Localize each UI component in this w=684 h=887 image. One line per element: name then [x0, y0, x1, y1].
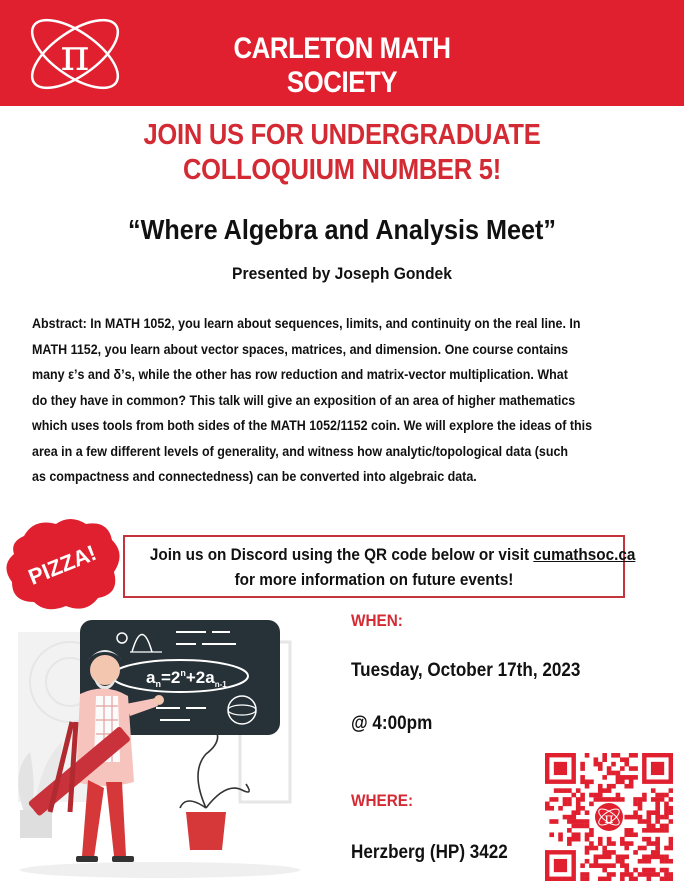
abstract-line: which uses tools from both sides of the … [32, 418, 593, 434]
header-title: CARLETON MATH SOCIETY [233, 32, 451, 99]
website-link[interactable]: cumathsoc.ca [533, 545, 635, 564]
abstract-line: MATH 1152, you learn about vector spaces… [32, 341, 569, 358]
qr-code[interactable]: π [545, 753, 673, 881]
discord-text-line2: for more information on future events! [234, 570, 514, 589]
abstract-line: area in a few different levels of genera… [32, 443, 569, 460]
pi-atom-logo-icon: π [30, 18, 120, 90]
header-banner: π CARLETON MATH SOCIETY [0, 0, 684, 106]
professor-chalkboard-illustration: an=2n+2an-1 [18, 620, 300, 878]
headline-line-1: JOIN US FOR UNDERGRADUATE [143, 119, 541, 151]
qr-pi-logo-icon: π [604, 811, 613, 827]
event-location: Herzberg (HP) 3422 [351, 842, 508, 863]
formula-plus: +2a [186, 668, 215, 687]
event-date: Tuesday, October 17th, 2023 [351, 660, 581, 681]
abstract-line: Abstract: In MATH 1052, you learn about … [32, 316, 581, 332]
abstract-line: do they have in common? This talk will g… [32, 392, 576, 409]
event-time: @ 4:00pm [351, 713, 433, 734]
abstract-line: many ε’s and δ’s, while the other has ro… [32, 367, 568, 383]
presenter: Presented by Joseph Gondek [232, 264, 452, 283]
discord-text: Join us on Discord using the QR code bel… [149, 545, 534, 564]
when-label: WHEN: [351, 611, 403, 630]
formula-sub: n-1 [215, 680, 228, 689]
event-headline: JOIN US FOR UNDERGRADUATE COLLOQUIUM NUM… [94, 118, 590, 188]
pizza-badge: PIZZA! [6, 519, 120, 610]
headline-line-2: COLLOQUIUM NUMBER 5! [183, 154, 501, 186]
abstract-line: as compactness and connectedness) can be… [32, 469, 477, 485]
where-label: WHERE: [351, 791, 414, 810]
formula-eq: =2 [161, 668, 180, 687]
svg-text:π: π [61, 30, 90, 81]
discord-info-box: Join us on Discord using the QR code bel… [123, 535, 635, 598]
talk-title: “Where Algebra and Analysis Meet” [127, 214, 557, 245]
abstract: Abstract: In MATH 1052, you learn about … [32, 312, 636, 491]
